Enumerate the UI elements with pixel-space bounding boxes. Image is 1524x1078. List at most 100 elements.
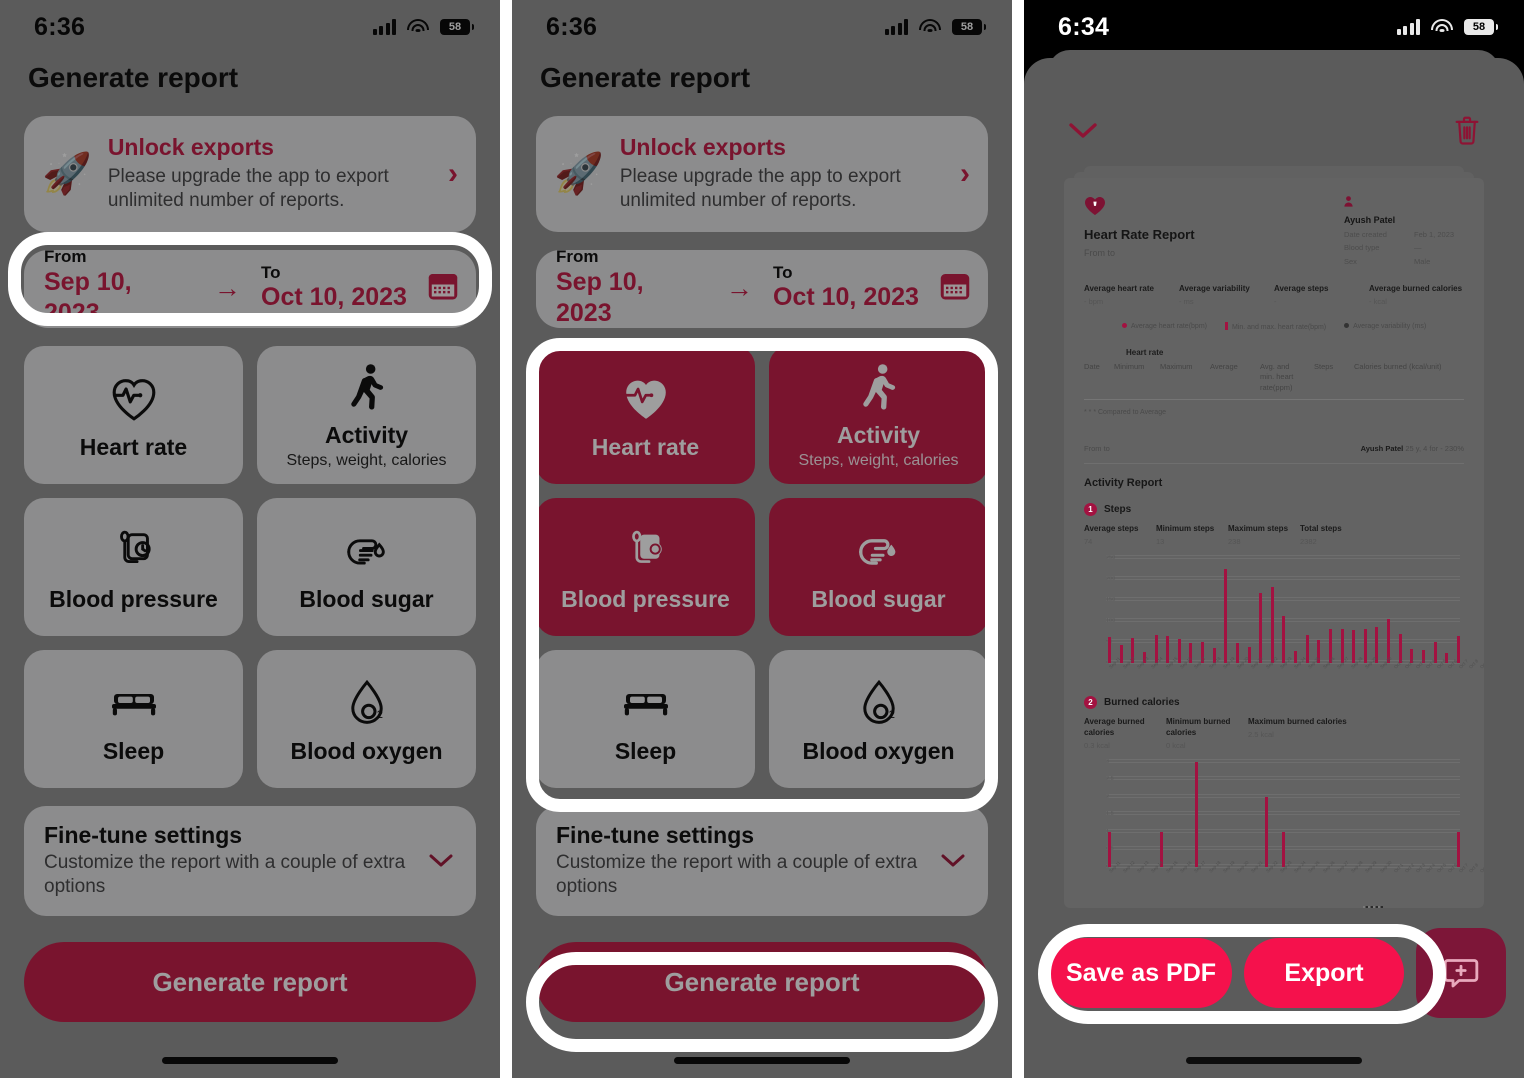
steps-x-axis-labels: Sep 11 Sep 12 Sep 13 Sep 14 Sep 15 Sep 16 Sep … (1108, 656, 1484, 684)
battery-icon: 58 (1464, 19, 1498, 35)
wifi-icon (919, 19, 941, 35)
chart-bar (1282, 831, 1286, 867)
phone-panel-2: 6:36 58 Generate report 🚀 Unlock exports… (512, 0, 1012, 1078)
status-time: 6:36 (546, 12, 598, 41)
patient-meta-key: Blood type (1344, 243, 1380, 253)
feedback-button[interactable] (1416, 928, 1506, 1018)
stat-key: Average burned calories (1084, 716, 1145, 737)
calendar-icon[interactable] (937, 268, 973, 309)
date-range-field[interactable]: From Sep 10, 2023 → To Oct 10, 2023 (24, 247, 476, 328)
stat-key: Minimum burned calories (1166, 716, 1231, 737)
date-range-field[interactable]: From Sep 10, 2023 → To Oct 10, 2023 (536, 247, 988, 328)
calories-section-name: Burned calories (1104, 696, 1180, 708)
page-title: Generate report (540, 62, 751, 93)
metric-tile-grid: Heart rate Activity Steps, weight, calor… (24, 345, 476, 788)
tile-blood-sugar[interactable]: Blood sugar (257, 497, 476, 636)
tile-blood-oxygen[interactable]: 2 Blood oxygen (769, 649, 988, 788)
tile-activity[interactable]: Activity Steps, weight, calories (257, 345, 476, 484)
tile-activity[interactable]: Activity Steps, weight, calories (769, 345, 988, 484)
chart-bars (1108, 558, 1460, 663)
walking-person-icon (345, 359, 389, 415)
stat-item: Average variability - ms (1179, 283, 1274, 308)
to-label: To (773, 262, 793, 282)
chevron-down-icon[interactable] (426, 845, 456, 876)
stat-key: Average steps (1084, 523, 1139, 533)
cellular-signal-icon (1396, 19, 1420, 35)
stat-item: Maximum burned calories 2.5 kcal (1248, 716, 1464, 752)
page-footer-meta: 25 y, 4 for - 230% (1405, 444, 1464, 454)
droplet-o2-icon: 2 (856, 675, 902, 731)
tile-sleep[interactable]: Sleep (24, 649, 243, 788)
steps-stats: Average steps 74 Minimum steps 13 Maximu… (1084, 523, 1464, 548)
patient-meta-key: Date created (1344, 229, 1387, 239)
stat-value: - kcal (1369, 297, 1387, 307)
save-as-pdf-button[interactable]: Save as PDF (1050, 938, 1232, 1008)
chevron-right-icon: › (960, 156, 970, 190)
page-footer-left: From to (1084, 444, 1110, 454)
preview-action-bar: Save as PDF Export (1050, 928, 1506, 1018)
chart-bar (1456, 635, 1460, 663)
droplet-o2-icon: 2 (344, 675, 390, 731)
chevron-down-icon[interactable] (1066, 116, 1100, 150)
patient-meta-value: — (1414, 243, 1422, 253)
promo-title: Unlock exports (619, 134, 786, 160)
document-page-front[interactable]: Heart Rate Report From to Ayush Patel Da… (1064, 178, 1484, 908)
chevron-down-icon[interactable] (938, 845, 968, 876)
steps-bar-chart: 050100150200250 (1084, 554, 1464, 666)
patient-meta-value: Male (1414, 256, 1431, 266)
stat-key: Maximum burned calories (1248, 716, 1347, 726)
tile-blood-oxygen[interactable]: 2 Blood oxygen (257, 649, 476, 788)
tile-heart-rate[interactable]: Heart rate (24, 345, 243, 484)
status-bar: 6:36 58 (512, 0, 1012, 54)
chart-bar (1166, 636, 1170, 663)
page-footer-right: Ayush Patel 25 y, 4 for - 230% (1361, 444, 1464, 455)
report-document-stack[interactable]: Heart Rate Report From to Ayush Patel Da… (1064, 166, 1484, 908)
tile-heart-rate[interactable]: Heart rate (536, 345, 755, 484)
stat-value: 0 kcal (1166, 741, 1186, 751)
legend-dot-icon (1121, 323, 1127, 329)
status-time: 6:36 (34, 12, 86, 41)
chevron-right-icon: › (448, 156, 458, 190)
calendar-icon[interactable] (425, 268, 461, 309)
generate-report-button[interactable]: Generate report (536, 942, 988, 1022)
status-bar: 6:36 58 (0, 0, 500, 54)
stat-key: Maximum steps (1228, 523, 1289, 533)
unlock-exports-banner[interactable]: 🚀 Unlock exports Please upgrade the app … (24, 116, 476, 232)
preview-toolbar (1024, 110, 1524, 156)
promo-subtitle: Please upgrade the app to export unlimit… (107, 166, 389, 212)
bp-monitor-icon (110, 523, 158, 579)
calories-bar-chart: 00.511.522.53 (1084, 758, 1464, 870)
tile-blood-pressure[interactable]: Blood pressure (536, 497, 755, 636)
unlock-exports-banner[interactable]: 🚀 Unlock exports Please upgrade the app … (536, 116, 988, 232)
tile-blood-pressure[interactable]: Blood pressure (24, 497, 243, 636)
from-value: Sep 10, 2023 (556, 267, 644, 327)
from-label: From (556, 247, 599, 267)
status-time: 6:34 (1058, 12, 1110, 41)
wifi-icon (1431, 19, 1453, 35)
generate-report-button[interactable]: Generate report (24, 942, 476, 1022)
cellular-signal-icon (884, 19, 908, 35)
calories-section-header: 2 Burned calories (1084, 696, 1464, 710)
heart-logo-icon (1084, 196, 1106, 216)
walking-person-icon (857, 359, 901, 415)
legend-item: Average variability (ms) (1344, 322, 1426, 332)
stat-value: - ms (1179, 297, 1194, 307)
legend-item: Average heart rate(bpm) (1121, 322, 1207, 332)
patient-meta-key: Sex (1344, 256, 1357, 266)
page-footer: From to Ayush Patel 25 y, 4 for - 230% (1084, 444, 1464, 464)
fine-tune-settings[interactable]: Fine-tune settings Customize the report … (536, 805, 988, 916)
legend-label: Average heart rate(bpm) (1130, 323, 1207, 331)
stat-item: Maximum steps 238 (1228, 523, 1300, 548)
y-axis-tick: 3 (1106, 758, 1460, 765)
trash-icon[interactable] (1452, 114, 1482, 153)
tile-label: Blood sugar (299, 585, 434, 612)
tile-label: Blood pressure (49, 585, 218, 612)
stat-value: - bpm (1084, 297, 1104, 307)
tile-blood-sugar[interactable]: Blood sugar (769, 497, 988, 636)
stat-key: Minimum steps (1156, 523, 1215, 533)
chart-bar (1264, 796, 1268, 867)
fine-tune-settings[interactable]: Fine-tune settings Customize the report … (24, 805, 476, 916)
calories-stats: Average burned calories 0.3 kcal Minimum… (1084, 716, 1464, 752)
export-button[interactable]: Export (1244, 938, 1404, 1008)
tile-sleep[interactable]: Sleep (536, 649, 755, 788)
